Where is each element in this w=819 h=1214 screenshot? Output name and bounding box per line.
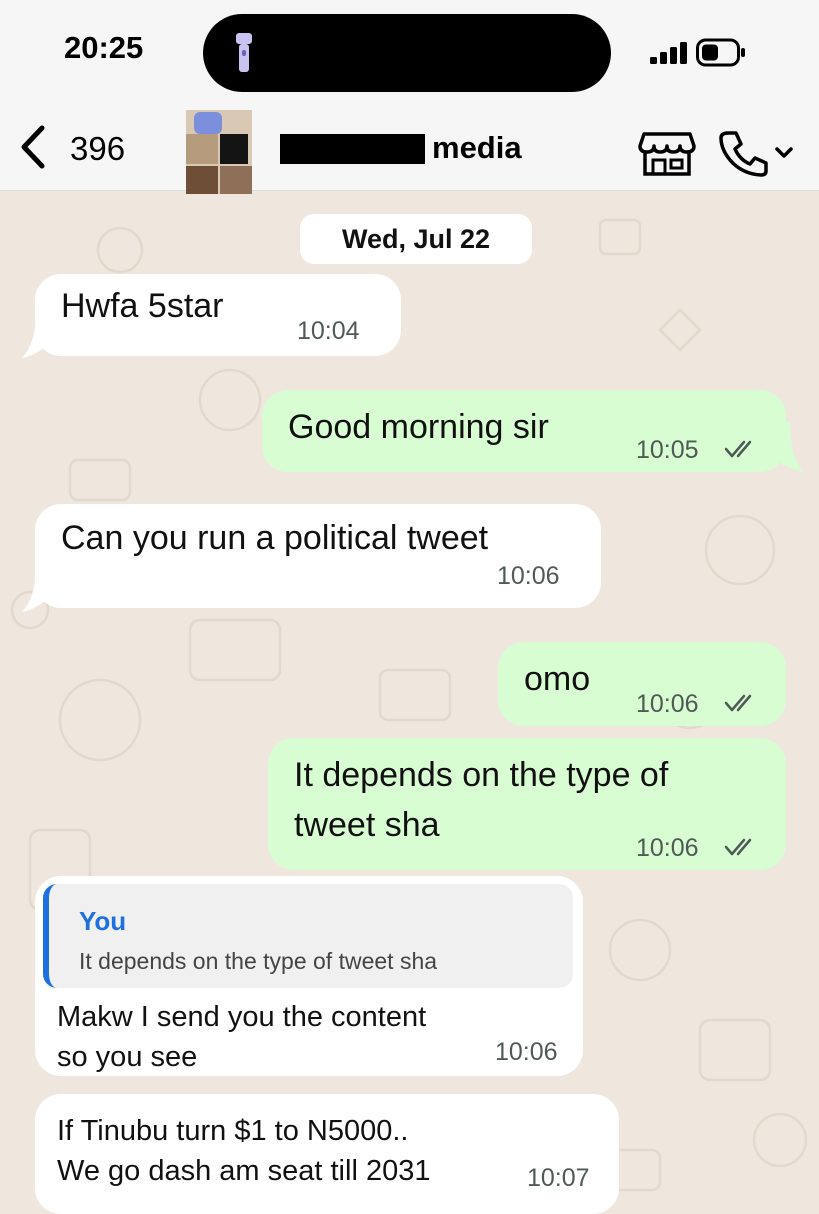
call-button[interactable] <box>716 128 796 178</box>
reply-message-bubble[interactable]: You It depends on the type of tweet sha … <box>35 876 583 1076</box>
message-bubble[interactable]: Hwfa 5star 10:04 <box>35 274 401 356</box>
message-text-line: It depends on the type of <box>294 756 669 794</box>
chat-header: 396 media <box>0 104 819 194</box>
signal-icon <box>650 42 687 64</box>
message-bubble[interactable]: Good morning sir 10:05 <box>262 390 786 472</box>
message-time: 10:04 <box>297 317 360 345</box>
chat-area[interactable]: Wed, Jul 22 Hwfa 5star 10:04 Good mornin… <box>0 190 819 1214</box>
message-text: Hwfa 5star <box>61 287 224 325</box>
status-bar: 20:25 <box>0 0 819 104</box>
quoted-message[interactable]: You It depends on the type of tweet sha <box>43 884 573 988</box>
message-text: omo <box>524 660 591 698</box>
quoted-author: You <box>79 906 127 936</box>
quoted-text: It depends on the type of tweet sha <box>79 948 438 974</box>
contact-name[interactable]: media <box>280 130 522 170</box>
flashlight-icon <box>236 33 252 72</box>
unread-count[interactable]: 396 <box>70 130 125 168</box>
shop-icon[interactable] <box>638 130 696 178</box>
date-separator: Wed, Jul 22 <box>300 214 532 264</box>
message-bubble[interactable]: If Tinubu turn $1 to N5000.. We go dash … <box>35 1094 619 1214</box>
double-check-icon <box>724 694 752 712</box>
message-bubble[interactable]: omo 10:06 <box>498 642 786 726</box>
message-text-line: We go dash am seat till 2031 <box>57 1155 431 1187</box>
message-time: 10:06 <box>495 1038 558 1066</box>
double-check-icon <box>724 440 752 458</box>
message-text: Can you run a political tweet <box>61 519 489 557</box>
message-time: 10:06 <box>497 562 560 590</box>
message-text: Good morning sir <box>288 408 549 446</box>
battery-icon <box>696 38 745 67</box>
back-chevron-icon[interactable] <box>18 124 48 170</box>
avatar[interactable] <box>186 110 252 194</box>
message-time: 10:05 <box>636 436 699 464</box>
message-time: 10:07 <box>527 1164 590 1192</box>
message-text-line: If Tinubu turn $1 to N5000.. <box>57 1115 409 1147</box>
message-text-line: tweet sha <box>294 806 440 844</box>
message-text-line: Makw I send you the content <box>57 1001 427 1033</box>
message-text-line: so you see <box>57 1041 198 1073</box>
dynamic-island <box>203 14 611 92</box>
message-bubble[interactable]: Can you run a political tweet 10:06 <box>35 504 601 608</box>
redacted-name-block <box>280 134 425 164</box>
message-time: 10:06 <box>636 690 699 718</box>
chevron-down-icon <box>775 147 793 158</box>
status-time: 20:25 <box>64 30 144 65</box>
contact-name-text: media <box>432 130 522 165</box>
double-check-icon <box>724 838 752 856</box>
phone-icon <box>719 131 768 177</box>
message-bubble[interactable]: It depends on the type of tweet sha 10:0… <box>268 738 786 870</box>
message-time: 10:06 <box>636 834 699 862</box>
